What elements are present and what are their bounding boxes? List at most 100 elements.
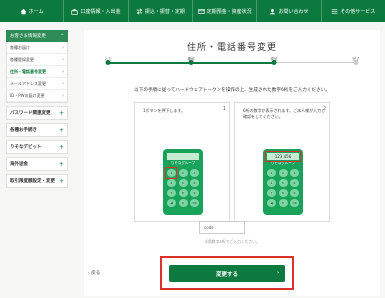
sidebar-item-address-phone[interactable]: 住所・電話番号変更 › [7,66,67,78]
sidebar-header-label: お客さま情報変更 [10,34,46,39]
sidebar-group-procedures[interactable]: 各種お手続き + [6,123,68,137]
sidebar-item-label: 各種登録変更 [10,56,34,62]
token-key: 9 [290,189,299,197]
token-key: 1 [267,169,276,177]
sidebar-item-notifications[interactable]: 各種お届け › [7,42,67,54]
card-caption: 1ボタンを押下します。 [143,108,186,113]
chevron-right-icon: › [62,56,64,63]
token-keypad: 123 456 789 ◀ 0 OK [267,169,299,207]
sidebar-group-limit[interactable]: 取引限度額設定・変更 + [6,174,68,188]
sidebar-header[interactable]: お客さま情報変更 ^ [6,30,68,42]
token-key: 8 [278,189,288,197]
plus-icon: + [58,126,64,134]
sidebar-item-label: メールアドレス変更 [10,80,46,86]
plus-icon: + [58,143,64,151]
sidebar-item-label: 各種お届け [10,44,30,50]
token-key: 8 [178,189,188,197]
sidebar-item-id-pw[interactable]: ID・PWお届け変更 › [7,90,67,102]
back-link[interactable]: ‹ 戻る [88,270,100,276]
sidebar-group-label: りそなデビット [10,145,42,150]
card-number: 1 [222,106,226,112]
sidebar-item-registration[interactable]: 各種登録変更 › [7,54,67,66]
nav-item-other[interactable]: その他サービス [322,0,385,22]
plus-icon: + [58,177,64,185]
sidebar-item-label: ID・PWお届け変更 [10,92,45,98]
plus-icon: + [58,160,64,168]
sidebar-group-label: 海外送金 [10,162,28,167]
person-icon [270,8,276,14]
sidebar-group-overseas[interactable]: 海外送金 + [6,157,68,171]
nav-item-transfer[interactable]: 振込・振替・定期 [129,0,193,22]
nav-item-account[interactable]: 口座情報・入出金 [64,0,129,22]
token-key: 6 [290,179,299,187]
token-key: 9 [190,189,199,197]
page-title: 住所・電話番号変更 [186,43,277,53]
bank-icon [71,8,79,15]
token-key: 5 [178,179,188,187]
step-label-auth: 認証 [270,57,278,61]
sidebar-group-label: 各種お手続き [10,128,37,133]
nav-label: お問い合わせ [278,8,309,15]
token-key: 0 [178,199,188,207]
nav-item-deposit[interactable]: 定期預金・資産状況 [193,0,258,22]
nav-label: 口座情報・入出金 [80,8,121,15]
token-key: 5 [278,179,288,187]
sidebar-group-label: 取引限度額設定・変更 [10,179,55,184]
nav-item-home[interactable]: ホーム [0,0,65,22]
sidebar-group-debit[interactable]: りそなデビット + [6,140,68,154]
hardware-token-image: りそなグループ 123 456 789 ◀ 0 OK [163,149,203,215]
plus-icon: + [58,109,64,117]
token-key: 6 [190,179,199,187]
submit-highlight-box: 変更する › [160,256,294,290]
deposit-icon [197,8,205,14]
step-label-confirm: 確認 [187,57,195,61]
token-key: 3 [190,169,199,177]
sidebar-item-label: 住所・電話番号変更 [10,68,46,74]
submit-button[interactable]: 変更する › [169,265,285,282]
nav-label: その他サービス [340,8,376,15]
token-screen [167,153,199,160]
chevron-right-icon: › [62,80,64,87]
instruction-text: 以下の手順に従ってハードウェアトークンを操作の上、生成された数字6桁をご入力くだ… [134,88,330,93]
sidebar: お客さま情報変更 ^ 各種お届け › 各種登録変更 › 住所・電話番号変更 › メール… [6,30,68,188]
token-key: 2 [278,169,288,177]
token-key: 4 [167,179,176,187]
token-brand: りそなグループ [170,161,196,165]
step-label-complete: 完了 [352,57,360,61]
one-time-code-input[interactable]: code [199,221,245,234]
token-key: 7 [267,189,276,197]
token-key: OK [190,199,199,207]
card-caption: 6桁の数字が表示されます。ご本人様が入力し確認をしてください。 [243,108,326,119]
chevron-right-icon: › [62,44,64,51]
chevron-right-icon: › [62,92,64,99]
chevron-up-icon: ^ [60,33,64,39]
back-label: 戻る [91,271,101,276]
token-key: OK [290,199,299,207]
token-key: 7 [167,189,176,197]
sidebar-item-email[interactable]: メールアドレス変更 › [7,78,67,90]
nav-label: ホーム [28,8,44,15]
chevron-right-icon: › [61,68,64,75]
step-label-input: 入力 [104,57,112,61]
highlight-box [265,151,301,162]
top-nav: ホーム 口座情報・入出金 振込・振替・定期 定期預金・資産状況 お問い合わせ そ… [0,0,385,22]
home-icon [20,8,27,14]
token-key: ◀ [267,199,276,207]
submit-label: 変更する [215,271,238,278]
token-key: 4 [267,179,276,187]
nav-label: 振込・振替・定期 [144,8,185,15]
nav-item-contact[interactable]: お問い合わせ [257,0,322,22]
main-panel: 住所・電話番号変更 入力 確認 認証 完了 以下の手順に従ってハードウェアトーク… [84,30,380,296]
token-key: 2 [178,169,188,177]
transfer-icon [136,7,143,15]
menu-icon [331,8,338,14]
nav-label: 定期預金・資産状況 [206,8,252,15]
token-key: 3 [290,169,299,177]
token-key: 0 [278,199,288,207]
sidebar-group-password[interactable]: パスワード関連変更 + [6,106,68,120]
sidebar-submenu: 各種お届け › 各種登録変更 › 住所・電話番号変更 › メールアドレス変更 › ID・… [6,42,68,103]
sidebar-group-label: パスワード関連変更 [10,111,51,116]
step-indicator: 入力 確認 認証 完了 [98,57,366,66]
code-hint: 半角数字6桁でご入力ください。 [204,239,260,244]
token-step-card-2: 2 6桁の数字が表示されます。ご本人様が入力し確認をしてください。 123 45… [234,102,330,222]
